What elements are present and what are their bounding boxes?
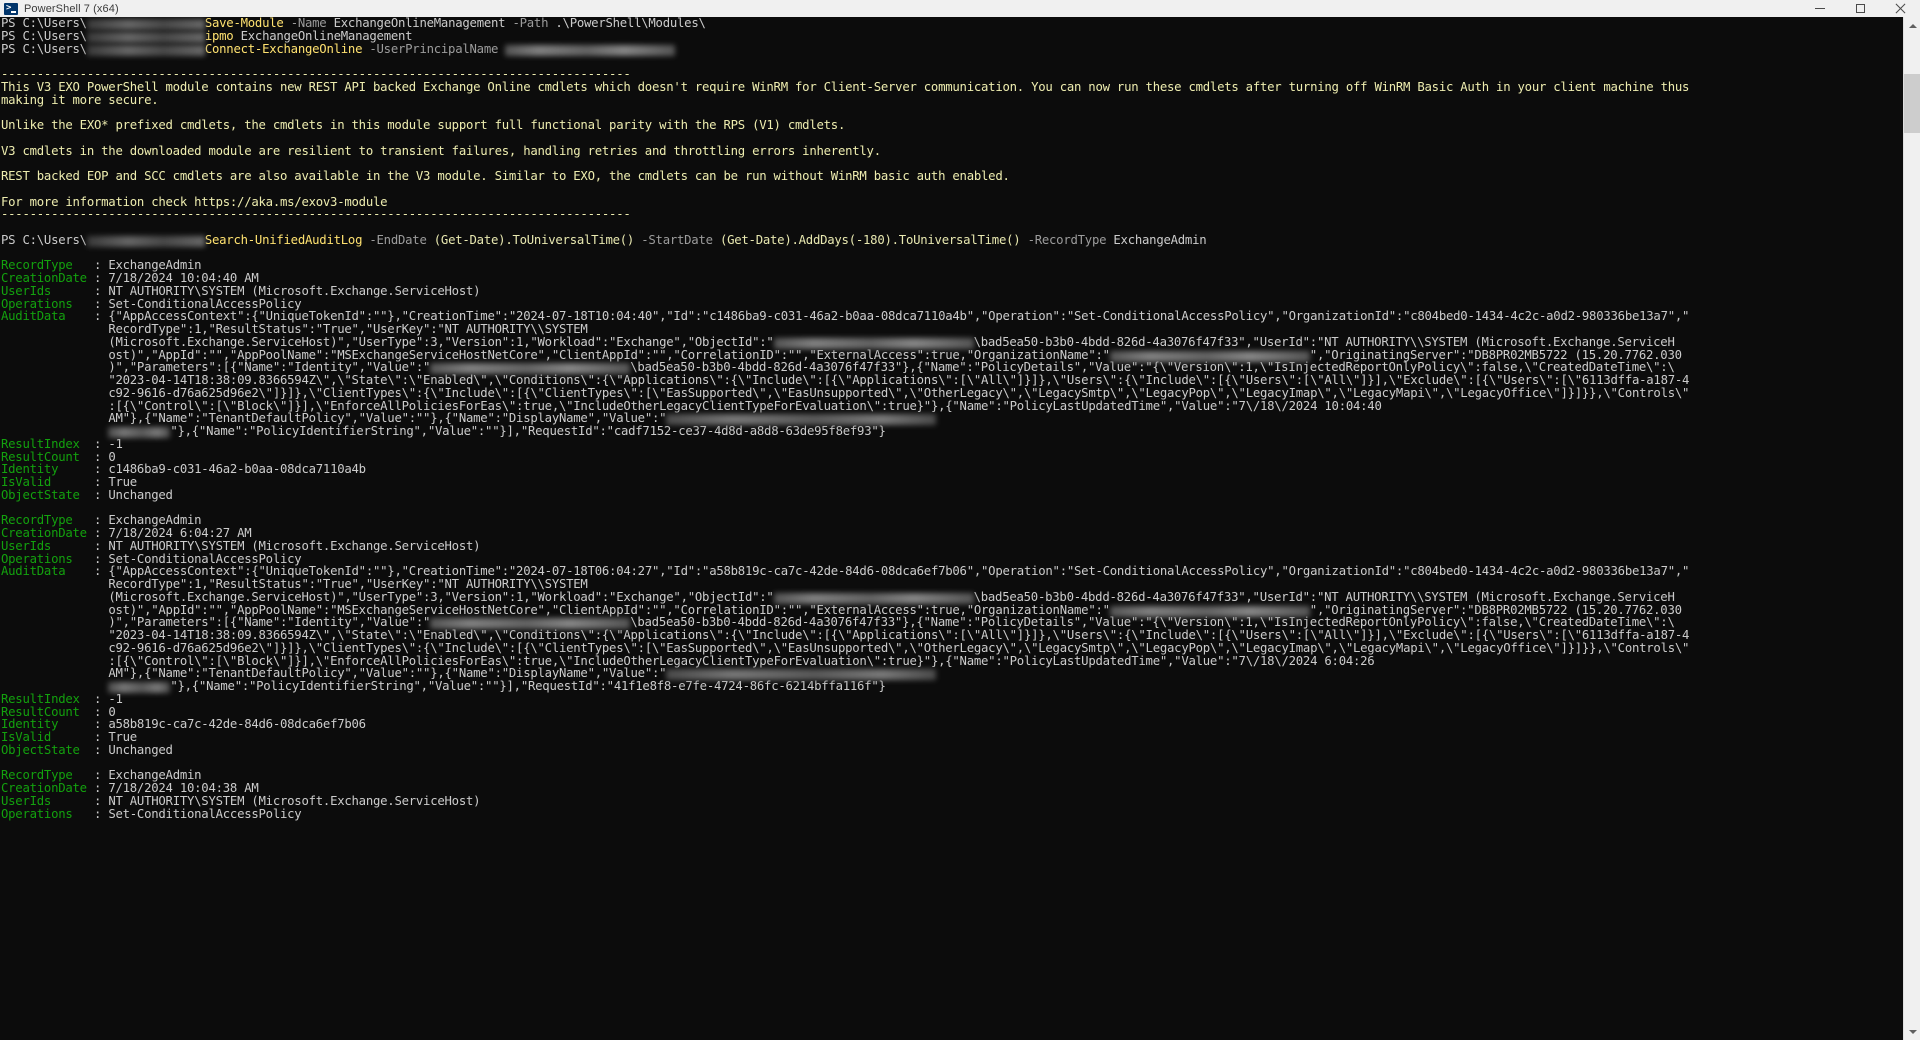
redacted-text (87, 45, 205, 56)
scrollbar-track[interactable] (1904, 34, 1920, 1023)
redacted-text (666, 669, 936, 680)
scroll-down-arrow[interactable] (1904, 1023, 1920, 1040)
property-isvalid: IsValid : True (1, 731, 1903, 744)
chevron-up-icon (1909, 24, 1917, 28)
redacted-text (87, 236, 205, 247)
redacted-text (87, 32, 205, 43)
property-separator: : (94, 488, 108, 502)
cmd-method: .ToUniversalTime() (892, 233, 1021, 247)
scroll-up-arrow[interactable] (1904, 17, 1920, 34)
scrollbar-thumb[interactable] (1904, 74, 1920, 133)
redacted-text (108, 682, 170, 693)
cmd-parameter: -UserPrincipalName (369, 42, 498, 56)
console-area: PS C:\Users\ Save-Module -Name ExchangeO… (0, 17, 1920, 1040)
banner-line-5: V3 cmdlets in the downloaded module are … (1, 145, 1903, 158)
window-controls (1800, 0, 1920, 17)
cmdlet-args: -UserPrincipalName (362, 42, 505, 56)
property-value: Unchanged (108, 488, 172, 502)
window-title: PowerShell 7 (x64) (24, 3, 1800, 15)
property-value: c1486ba9-c031-46a2-b0aa-08dca7110a4b (108, 462, 366, 476)
auditdata-line: "},{"Name":"PolicyIdentifierString","Val… (1, 425, 1903, 438)
banner-line: This V3 EXO PowerShell module contains n… (1, 80, 1689, 94)
powershell-window: PowerShell 7 (x64) PS C:\Users\ Save-Mod… (0, 0, 1920, 1040)
property-value: a58b819c-ca7c-42de-84d6-08dca6ef7b06 (108, 717, 366, 731)
property-resultindex: ResultIndex : -1 (1, 438, 1903, 451)
cmd-parameter: -Path (512, 17, 548, 30)
banner-line-3: Unlike the EXO* prefixed cmdlets, the cm… (1, 119, 1903, 132)
redacted-text (666, 414, 936, 425)
banner-line-7: REST backed EOP and SCC cmdlets are also… (1, 170, 1903, 183)
title-bar[interactable]: PowerShell 7 (x64) (0, 0, 1920, 17)
powershell-icon (4, 3, 18, 15)
cmdlet-name: Connect-ExchangeOnline (205, 42, 362, 56)
minimize-icon (1815, 8, 1825, 9)
redacted-text (87, 19, 205, 30)
close-button[interactable] (1880, 0, 1920, 17)
cmd-parameter: -StartDate (641, 233, 713, 247)
maximize-button[interactable] (1840, 0, 1880, 17)
property-recordtype: RecordType : ExchangeAdmin (1, 769, 1903, 782)
maximize-icon (1856, 4, 1865, 13)
banner-line: REST backed EOP and SCC cmdlets are also… (1, 169, 1010, 183)
cmd-parameter: -RecordType (1028, 233, 1107, 247)
redacted-text (774, 593, 974, 604)
banner-line: V3 cmdlets in the downloaded module are … (1, 144, 881, 158)
property-identity: Identity : a58b819c-ca7c-42de-84d6-08dca… (1, 718, 1903, 731)
chevron-down-icon (1909, 1030, 1917, 1034)
property-separator: : (94, 743, 108, 757)
vertical-scrollbar[interactable] (1903, 17, 1920, 1040)
redacted-text (108, 427, 170, 438)
minimize-button[interactable] (1800, 0, 1840, 17)
property-resultindex: ResultIndex : -1 (1, 693, 1903, 706)
cmd-parameter: -EndDate (369, 233, 426, 247)
console-blank-line (1, 757, 1903, 770)
console-blank-line (1, 247, 1903, 260)
cmd-method: .ToUniversalTime() (505, 233, 634, 247)
audit-text: "},{"Name":"PolicyIdentifierString","Val… (170, 679, 885, 693)
auditdata-line: "},{"Name":"PolicyIdentifierString","Val… (1, 680, 1903, 693)
cmdlet-name: Search-UnifiedAuditLog (205, 233, 362, 247)
cmd-subexpression: (Get-Date) (720, 233, 792, 247)
redacted-text (505, 45, 675, 56)
cmd-method: .AddDays(-180) (791, 233, 891, 247)
prompt-prefix: PS C:\Users\ (1, 42, 87, 56)
console-output[interactable]: PS C:\Users\ Save-Module -Name ExchangeO… (0, 17, 1903, 1040)
banner-line: making it more secure. (1, 93, 158, 107)
property-name: ObjectState (1, 488, 94, 502)
redacted-text (430, 618, 630, 629)
property-value: Set-ConditionalAccessPolicy (108, 807, 301, 821)
cmd-subexpression: (Get-Date) (434, 233, 506, 247)
banner-line-0: This V3 EXO PowerShell module contains n… (1, 81, 1903, 94)
property-separator: : (94, 807, 108, 821)
property-isvalid: IsValid : True (1, 476, 1903, 489)
property-operations: Operations : Set-ConditionalAccessPolicy (1, 808, 1903, 821)
redacted-text (1110, 351, 1310, 362)
close-icon (1895, 3, 1906, 14)
command-line-search-unifiedauditlog: PS C:\Users\ Search-UnifiedAuditLog -End… (1, 234, 1903, 247)
property-identity: Identity : c1486ba9-c031-46a2-b0aa-08dca… (1, 463, 1903, 476)
banner-rule-bottom: ----------------------------------------… (1, 208, 1903, 221)
property-recordtype: RecordType : ExchangeAdmin (1, 259, 1903, 272)
audit-text: "},{"Name":"PolicyIdentifierString","Val… (170, 424, 885, 438)
property-name: ObjectState (1, 743, 94, 757)
property-objectstate: ObjectState : Unchanged (1, 489, 1903, 502)
redacted-text (774, 338, 974, 349)
prompt-prefix: PS C:\Users\ (1, 233, 87, 247)
command-line-connect-exchangeonline: PS C:\Users\ Connect-ExchangeOnline -Use… (1, 43, 1903, 56)
redacted-text (1110, 606, 1310, 617)
banner-line-1: making it more secure. (1, 94, 1903, 107)
cmdlet-args: -EndDate (Get-Date).ToUniversalTime() -S… (362, 233, 1206, 247)
property-objectstate: ObjectState : Unchanged (1, 744, 1903, 757)
redacted-text (430, 363, 630, 374)
property-name: Operations (1, 807, 94, 821)
property-value: Unchanged (108, 743, 172, 757)
banner-rule: ----------------------------------------… (1, 207, 631, 221)
console-blank-line (1, 502, 1903, 515)
banner-line: Unlike the EXO* prefixed cmdlets, the cm… (1, 118, 845, 132)
property-recordtype: RecordType : ExchangeAdmin (1, 514, 1903, 527)
